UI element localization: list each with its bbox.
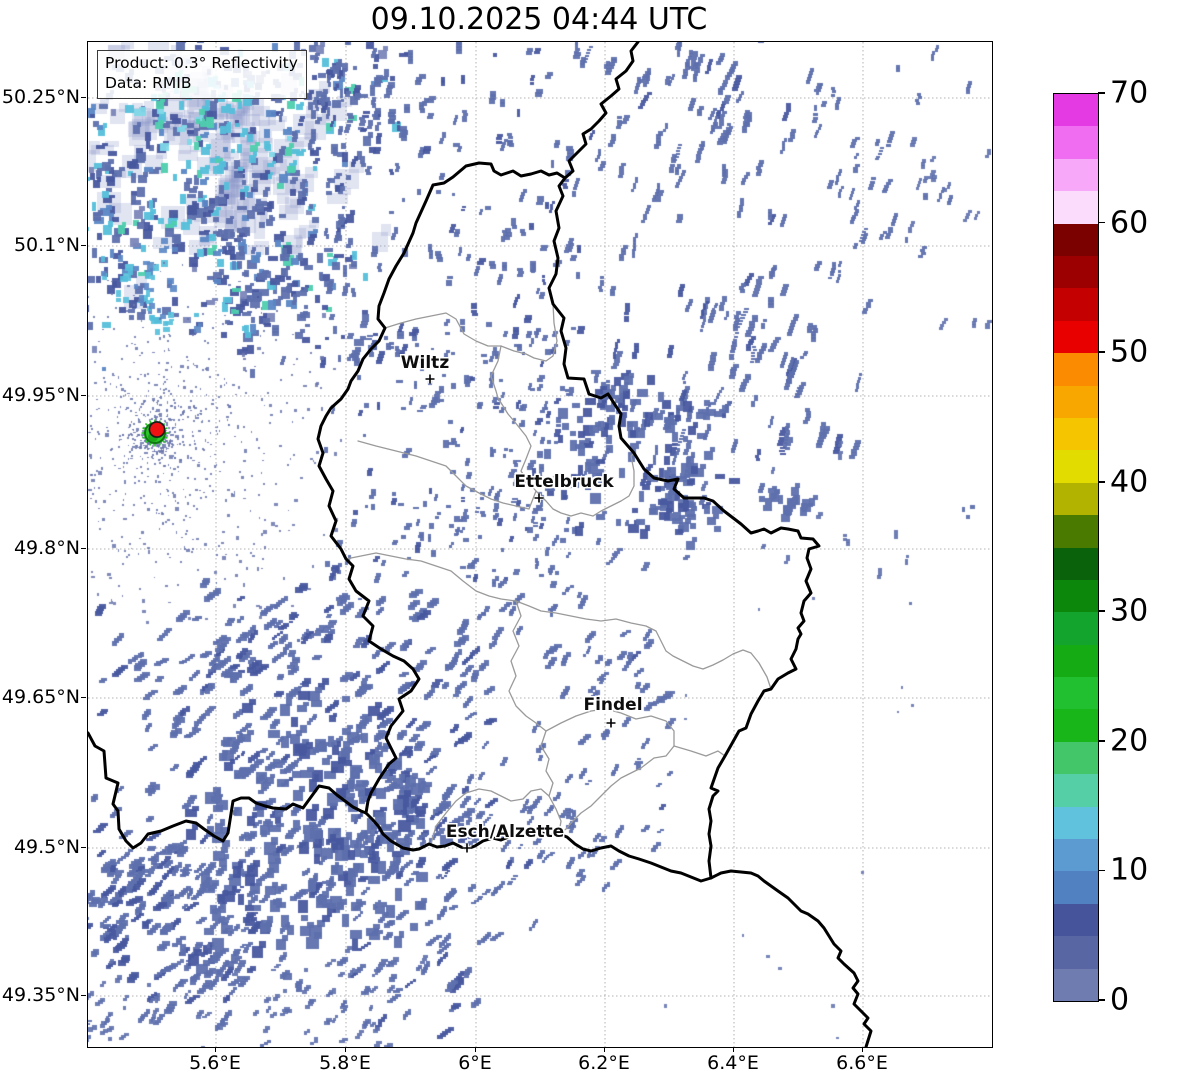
x-tick-label: 5.8°E: [319, 1052, 371, 1074]
colorbar-segment: [1054, 741, 1098, 775]
x-tick-mark: [214, 1047, 216, 1052]
colorbar-tick-mark: [1098, 740, 1105, 742]
colorbar-tick-label: 40: [1110, 464, 1149, 500]
colorbar-segment: [1054, 903, 1098, 937]
city-marker: [534, 493, 544, 503]
y-tick-mark: [81, 244, 86, 246]
colorbar-segment: [1054, 255, 1098, 289]
colorbar-tick-label: 50: [1110, 334, 1149, 370]
colorbar-tick-label: 60: [1110, 205, 1149, 241]
colorbar-tick-label: 70: [1110, 75, 1149, 111]
colorbar-segment: [1054, 676, 1098, 710]
y-tick-label: 50.1°N: [13, 234, 80, 256]
figure-title: 09.10.2025 04:44 UTC: [370, 2, 708, 37]
city-label: Esch/Alzette: [445, 822, 565, 842]
colorbar-tick-mark: [1098, 999, 1105, 1001]
colorbar-segment: [1054, 611, 1098, 645]
y-tick-mark: [81, 394, 86, 396]
radar-figure: 09.10.2025 04:44 UTC Product: 0.3° Refle…: [0, 0, 1184, 1081]
colorbar-segment: [1054, 287, 1098, 321]
colorbar-segment: [1054, 352, 1098, 386]
colorbar-segment: [1054, 222, 1098, 256]
colorbar-tick-label: 0: [1110, 982, 1130, 1018]
product-info-box: Product: 0.3° Reflectivity Data: RMIB: [97, 50, 307, 99]
colorbar-segment: [1054, 417, 1098, 451]
x-tick-mark: [861, 1047, 863, 1052]
colorbar-segment: [1054, 644, 1098, 678]
colorbar-segment: [1054, 968, 1098, 1001]
colorbar-segment: [1054, 449, 1098, 483]
x-tick-label: 6°E: [458, 1052, 492, 1074]
colorbar-tick-mark: [1098, 351, 1105, 353]
colorbar-segment: [1054, 514, 1098, 548]
x-tick-label: 6.4°E: [707, 1052, 759, 1074]
x-tick-mark: [344, 1047, 346, 1052]
data-source-line: Data: RMIB: [105, 74, 192, 93]
colorbar-segment: [1054, 773, 1098, 807]
colorbar-tick-mark: [1098, 92, 1105, 94]
x-tick-label: 6.2°E: [578, 1052, 630, 1074]
colorbar-segment: [1054, 708, 1098, 742]
colorbar-segment: [1054, 384, 1098, 418]
x-tick-label: 5.6°E: [189, 1052, 241, 1074]
y-tick-label: 49.35°N: [1, 984, 80, 1006]
x-tick-label: 6.6°E: [836, 1052, 888, 1074]
y-tick-mark: [81, 96, 86, 98]
colorbar-tick-mark: [1098, 221, 1105, 224]
y-tick-label: 49.95°N: [1, 384, 80, 406]
radar-site-marker: [141, 419, 169, 447]
map-plot-area: Product: 0.3° Reflectivity Data: RMIB Wi…: [87, 41, 993, 1048]
city-label: Findel: [583, 695, 643, 715]
colorbar-tick-mark: [1098, 610, 1105, 613]
colorbar: [1053, 93, 1099, 1002]
city-label: Ettelbruck: [514, 472, 614, 492]
colorbar-tick-mark: [1098, 869, 1105, 872]
city-marker: [462, 843, 472, 853]
colorbar-segment: [1054, 125, 1098, 159]
colorbar-segment: [1054, 579, 1098, 613]
colorbar-segment: [1054, 546, 1098, 580]
city-label: Wiltz: [400, 353, 450, 373]
x-tick-mark: [732, 1047, 734, 1052]
colorbar-segment: [1054, 158, 1098, 192]
radar-site-dot: [148, 421, 166, 438]
colorbar-segment: [1054, 838, 1098, 872]
x-tick-mark: [603, 1047, 605, 1052]
y-tick-label: 49.5°N: [13, 836, 80, 858]
markers-layer: [141, 374, 616, 853]
colorbar-segment: [1054, 482, 1098, 516]
colorbar-tick-mark: [1098, 480, 1105, 483]
colorbar-tick-label: 10: [1110, 852, 1149, 888]
colorbar-segment: [1054, 806, 1098, 840]
colorbar-segment: [1054, 190, 1098, 224]
colorbar-segment: [1054, 94, 1098, 127]
city-marker: [606, 718, 616, 728]
y-tick-mark: [81, 994, 86, 996]
y-tick-mark: [81, 846, 86, 848]
city-marker: [425, 374, 435, 384]
y-tick-label: 49.65°N: [1, 686, 80, 708]
y-tick-mark: [81, 547, 86, 549]
y-tick-label: 50.25°N: [1, 86, 80, 108]
colorbar-tick-label: 20: [1110, 723, 1149, 759]
y-tick-label: 49.8°N: [13, 537, 80, 559]
y-tick-mark: [81, 696, 86, 698]
colorbar-segment: [1054, 935, 1098, 969]
colorbar-segment: [1054, 870, 1098, 904]
product-info-line: Product: 0.3° Reflectivity: [105, 54, 298, 72]
colorbar-segment: [1054, 320, 1098, 354]
colorbar-tick-label: 30: [1110, 593, 1149, 629]
x-tick-mark: [474, 1047, 476, 1052]
